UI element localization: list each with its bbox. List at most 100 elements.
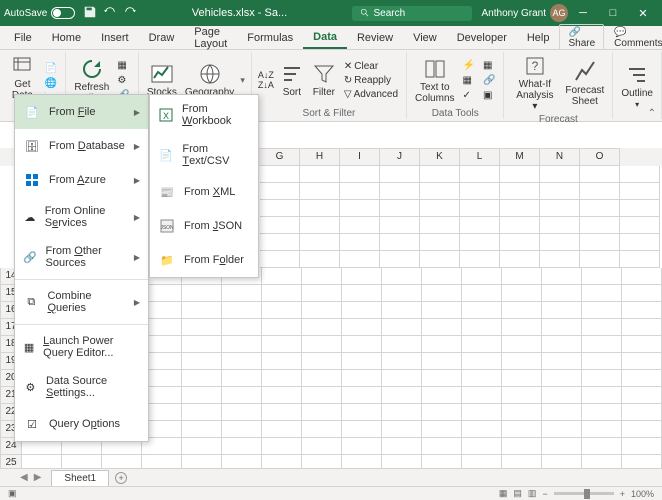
cell[interactable]: [382, 302, 422, 319]
cell[interactable]: [182, 404, 222, 421]
cell[interactable]: [462, 353, 502, 370]
cell[interactable]: [422, 336, 462, 353]
remove-dup-small[interactable]: ▦: [461, 74, 477, 87]
cell[interactable]: [580, 183, 620, 200]
cell[interactable]: [300, 166, 340, 183]
cell[interactable]: [542, 404, 582, 421]
cell[interactable]: [620, 183, 660, 200]
cell[interactable]: [580, 251, 620, 268]
cell[interactable]: [420, 200, 460, 217]
cell[interactable]: [262, 268, 302, 285]
user-account[interactable]: Anthony Grant AG: [482, 4, 568, 22]
cell[interactable]: [380, 183, 420, 200]
cell[interactable]: [542, 370, 582, 387]
col-header[interactable]: K: [420, 148, 460, 166]
cell[interactable]: [262, 438, 302, 455]
menu-launch-pq[interactable]: ▦ Launch Power Query Editor...: [15, 327, 148, 367]
cell[interactable]: [382, 438, 422, 455]
cell[interactable]: [580, 200, 620, 217]
cell[interactable]: [262, 404, 302, 421]
share-button[interactable]: 🔗 Share: [559, 24, 604, 52]
cell[interactable]: [182, 370, 222, 387]
data-model-small[interactable]: ▣: [481, 89, 497, 102]
prev-sheet-icon[interactable]: ◀: [20, 472, 28, 483]
cell[interactable]: [302, 353, 342, 370]
cell[interactable]: [260, 183, 300, 200]
cell[interactable]: [422, 268, 462, 285]
cell[interactable]: [502, 404, 542, 421]
cell[interactable]: [342, 302, 382, 319]
consolidate-small[interactable]: ▦: [481, 59, 497, 72]
cell[interactable]: [262, 421, 302, 438]
cell[interactable]: [502, 336, 542, 353]
cell[interactable]: [420, 166, 460, 183]
menu-from-other[interactable]: 🔗 From Other Sources ▶: [15, 237, 148, 277]
maximize-button[interactable]: □: [598, 0, 628, 26]
cell[interactable]: [500, 183, 540, 200]
cell[interactable]: [182, 387, 222, 404]
menu-combine-queries[interactable]: ⧉ Combine Queries ▶: [15, 282, 148, 322]
cell[interactable]: [300, 200, 340, 217]
cell[interactable]: [622, 370, 662, 387]
cell[interactable]: [622, 421, 662, 438]
cell[interactable]: [222, 438, 262, 455]
cell[interactable]: [302, 421, 342, 438]
cell[interactable]: [302, 438, 342, 455]
cell[interactable]: [302, 285, 342, 302]
cell[interactable]: [542, 353, 582, 370]
cell[interactable]: [500, 200, 540, 217]
col-header[interactable]: M: [500, 148, 540, 166]
properties-small[interactable]: ⚙: [115, 74, 131, 87]
cell[interactable]: [222, 319, 262, 336]
cell[interactable]: [582, 438, 622, 455]
cell[interactable]: [300, 234, 340, 251]
cell[interactable]: [622, 438, 662, 455]
cell[interactable]: [340, 200, 380, 217]
cell[interactable]: [302, 319, 342, 336]
cell[interactable]: [342, 268, 382, 285]
cell[interactable]: [500, 217, 540, 234]
validation-small[interactable]: ✓: [461, 89, 477, 102]
cell[interactable]: [582, 370, 622, 387]
cell[interactable]: [382, 353, 422, 370]
menu-from-azure[interactable]: From Azure ▶: [15, 163, 148, 197]
cell[interactable]: [262, 319, 302, 336]
relationships-small[interactable]: 🔗: [481, 74, 497, 87]
cell[interactable]: [460, 234, 500, 251]
cell[interactable]: [342, 285, 382, 302]
cell[interactable]: [182, 421, 222, 438]
cell[interactable]: [422, 370, 462, 387]
sort-button[interactable]: Sort: [278, 60, 306, 100]
cell[interactable]: [620, 217, 660, 234]
col-header[interactable]: L: [460, 148, 500, 166]
menu-query-options[interactable]: ☑ Query Options: [15, 407, 148, 441]
cell[interactable]: [622, 404, 662, 421]
sort-az-button[interactable]: A↓Z: [258, 70, 274, 80]
add-sheet-button[interactable]: +: [115, 472, 127, 484]
cell[interactable]: [382, 387, 422, 404]
cell[interactable]: [422, 421, 462, 438]
cell[interactable]: [620, 200, 660, 217]
tab-home[interactable]: Home: [42, 28, 91, 48]
cell[interactable]: [342, 319, 382, 336]
cell[interactable]: [260, 200, 300, 217]
next-sheet-icon[interactable]: ▶: [34, 472, 42, 483]
cell[interactable]: [222, 387, 262, 404]
cell[interactable]: [182, 353, 222, 370]
cell[interactable]: [580, 217, 620, 234]
cell[interactable]: [502, 438, 542, 455]
cell[interactable]: [542, 421, 582, 438]
cell[interactable]: [582, 387, 622, 404]
cell[interactable]: [420, 251, 460, 268]
submenu-from-workbook[interactable]: X From Workbook: [150, 95, 258, 135]
cell[interactable]: [582, 353, 622, 370]
reapply-button[interactable]: ↻ Reapply: [342, 74, 400, 87]
cell[interactable]: [540, 251, 580, 268]
cell[interactable]: [462, 387, 502, 404]
cell[interactable]: [342, 370, 382, 387]
cell[interactable]: [182, 438, 222, 455]
cell[interactable]: [502, 268, 542, 285]
cell[interactable]: [420, 217, 460, 234]
cell[interactable]: [622, 353, 662, 370]
cell[interactable]: [462, 370, 502, 387]
